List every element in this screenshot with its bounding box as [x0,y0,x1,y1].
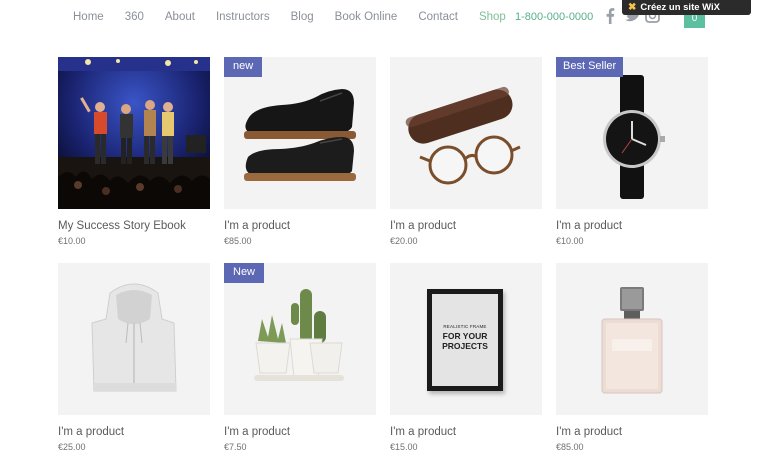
nav-about[interactable]: About [165,11,195,23]
nav-blog[interactable]: Blog [291,11,314,23]
nav-home[interactable]: Home [73,11,104,23]
frame-mat: REALISTIC FRAME FOR YOUR PROJECTS [432,294,498,386]
main-nav: Home 360 About Instructors Blog Book Onl… [73,11,527,23]
product-price: €25.00 [58,442,86,452]
product-badge: Best Seller [556,57,624,77]
product-card[interactable]: My Success Story Ebook €10.00 [58,57,210,246]
wix-banner[interactable]: ✖ Créez un site WiX [622,0,751,15]
nav-contact[interactable]: Contact [418,11,458,23]
frame-border: REALISTIC FRAME FOR YOUR PROJECTS [427,289,503,391]
product-card[interactable]: I'm a product €20.00 [390,57,542,246]
glasses-case[interactable] [390,57,542,209]
frame-text-line2: PROJECTS [442,341,488,351]
picture-frame[interactable]: REALISTIC FRAME FOR YOUR PROJECTS [390,263,542,415]
product-card[interactable]: I'm a product €25.00 [58,263,210,452]
facebook-icon[interactable] [605,8,619,24]
wix-banner-label: Créez un site WiX [640,2,721,13]
product-price: €85.00 [556,442,584,452]
product-name[interactable]: I'm a product [390,220,542,232]
concert-photo[interactable] [58,57,210,209]
product-card[interactable]: New I'm a product €7.50 [224,263,376,452]
wix-star-icon: ✖ [628,2,637,13]
product-badge: new [224,57,263,77]
product-name[interactable]: I'm a product [224,426,376,438]
product-name[interactable]: My Success Story Ebook [58,220,210,232]
nav-360[interactable]: 360 [125,11,144,23]
cactus-pots[interactable]: New [224,263,376,415]
nav-instructors[interactable]: Instructors [216,11,270,23]
product-card[interactable]: I'm a product €85.00 [556,263,708,452]
white-hoodie[interactable] [58,263,210,415]
nav-shop[interactable]: Shop [479,11,506,23]
phone-number: 1-800-000-0000 [515,11,594,23]
leather-shoe[interactable]: new [224,57,376,209]
perfume-bottle[interactable] [556,263,708,415]
product-card[interactable]: new I'm a product €85.00 [224,57,376,246]
product-price: €10.00 [58,236,86,246]
product-card[interactable]: REALISTIC FRAME FOR YOUR PROJECTS I'm a … [390,263,542,452]
product-name[interactable]: I'm a product [224,220,376,232]
product-card[interactable]: Best Seller I'm a product €10.00 [556,57,708,246]
product-price: €20.00 [390,236,418,246]
frame-text-line1: FOR YOUR [442,331,488,341]
wrist-watch[interactable]: Best Seller [556,57,708,209]
nav-book-online[interactable]: Book Online [335,11,398,23]
product-price: €10.00 [556,236,584,246]
product-name[interactable]: I'm a product [58,426,210,438]
product-name[interactable]: I'm a product [556,426,708,438]
product-name[interactable]: I'm a product [556,220,708,232]
product-price: €85.00 [224,236,252,246]
product-price: €7.50 [224,442,247,452]
product-badge: New [224,263,265,283]
product-price: €15.00 [390,442,418,452]
product-name[interactable]: I'm a product [390,426,542,438]
frame-text-small: REALISTIC FRAME [443,324,487,329]
